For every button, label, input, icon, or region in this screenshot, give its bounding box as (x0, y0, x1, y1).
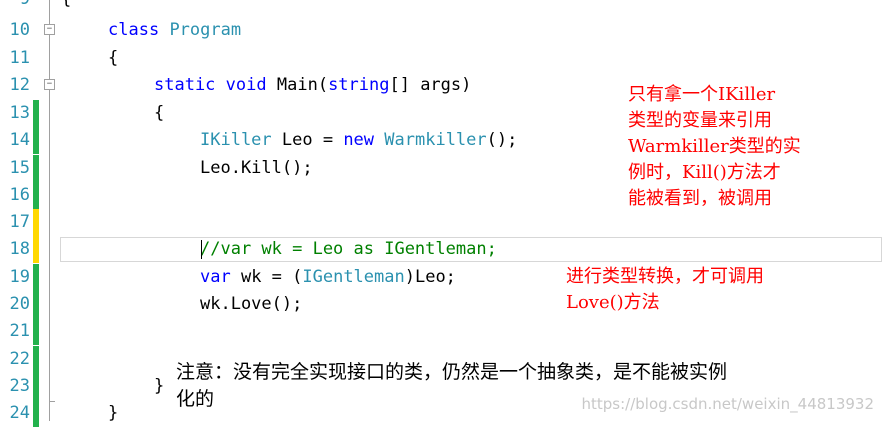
change-marker (33, 155, 39, 183)
code-line[interactable]: 10 class Program (0, 17, 882, 44)
fold-guide-line (49, 35, 50, 79)
line-number: 22 (9, 349, 30, 369)
line-number: 23 (9, 376, 30, 396)
line-number: 11 (9, 48, 30, 68)
change-marker (33, 264, 39, 292)
code-token: Main( (276, 75, 329, 95)
line-number: 13 (9, 103, 30, 123)
code-line[interactable]: 18 //var wk = Leo as IGentleman; (0, 236, 882, 264)
change-marker (33, 373, 39, 401)
code-text[interactable]: wk.Love(); (200, 291, 302, 318)
code-text[interactable]: class Program (108, 17, 241, 44)
change-marker (33, 182, 39, 210)
line-number: 24 (9, 403, 30, 423)
code-line[interactable]: 17 (0, 209, 882, 237)
annotation-type-conversion: 进行类型转换，才可调用 Love()方法 (566, 266, 764, 313)
type-name: Warmkiller (384, 130, 487, 150)
change-marker (33, 100, 39, 128)
code-token: [] args) (389, 75, 472, 95)
keyword: string (328, 75, 390, 95)
line-number: 20 (9, 294, 30, 314)
type-name: Program (169, 20, 242, 40)
change-marker (33, 291, 39, 319)
code-text[interactable]: IKiller Leo = new Warmkiller(); (200, 127, 517, 154)
line-number: 19 (9, 267, 30, 287)
change-marker (33, 318, 39, 346)
collapse-minus-icon[interactable]: − (44, 79, 55, 90)
code-text[interactable]: } (108, 400, 118, 427)
line-number: 21 (9, 321, 30, 341)
line-number: 15 (9, 158, 30, 178)
type-name: IKiller (200, 130, 272, 150)
code-line[interactable]: 11 { (0, 45, 882, 72)
keyword: static (154, 75, 216, 95)
fold-guide-line (49, 0, 50, 24)
line-number: 9 (0, 0, 30, 13)
code-text[interactable]: static void Main(string[] args) (154, 72, 471, 99)
fold-guide-line (49, 90, 50, 401)
line-number: 10 (9, 20, 30, 40)
code-token: )Leo; (404, 267, 456, 287)
code-token: Leo = (271, 130, 344, 150)
code-line[interactable]: 9 { (0, 0, 882, 13)
watermark: https://blog.csdn.net/weixin_44813932 (581, 395, 874, 413)
line-number: 18 (9, 239, 30, 259)
line-number: 16 (9, 185, 30, 205)
code-line[interactable]: 21 (0, 318, 882, 346)
code-text[interactable]: { (108, 45, 118, 72)
type-name: IGentleman (302, 267, 405, 287)
annotation-ikiller-reference: 只有拿一个IKiller 类型的变量来引用 Warmkiller类型的实 例时，… (628, 84, 801, 209)
keyword: new (343, 130, 375, 150)
unsaved-change-marker (33, 209, 39, 237)
change-marker (33, 127, 39, 155)
code-token: (); (486, 130, 518, 150)
line-number: 17 (9, 212, 30, 232)
unsaved-change-marker (33, 236, 39, 264)
code-token: wk = ( (230, 267, 303, 287)
code-text[interactable]: } (154, 373, 164, 400)
collapse-minus-icon[interactable]: − (44, 24, 55, 35)
code-text[interactable]: var wk = (IGentleman)Leo; (200, 264, 456, 291)
code-text[interactable]: { (61, 0, 71, 13)
code-comment[interactable]: //var wk = Leo as IGentleman; (200, 236, 497, 263)
code-text[interactable]: { (154, 100, 164, 127)
line-number: 14 (9, 130, 30, 150)
change-marker (33, 346, 39, 374)
keyword: void (225, 75, 267, 95)
text-caret (201, 240, 202, 259)
line-number: 12 (9, 75, 30, 95)
code-text[interactable]: Leo.Kill(); (200, 155, 313, 182)
fold-guide-line (49, 402, 50, 421)
change-marker (33, 400, 39, 427)
keyword: class (108, 20, 160, 40)
keyword: var (200, 267, 231, 287)
